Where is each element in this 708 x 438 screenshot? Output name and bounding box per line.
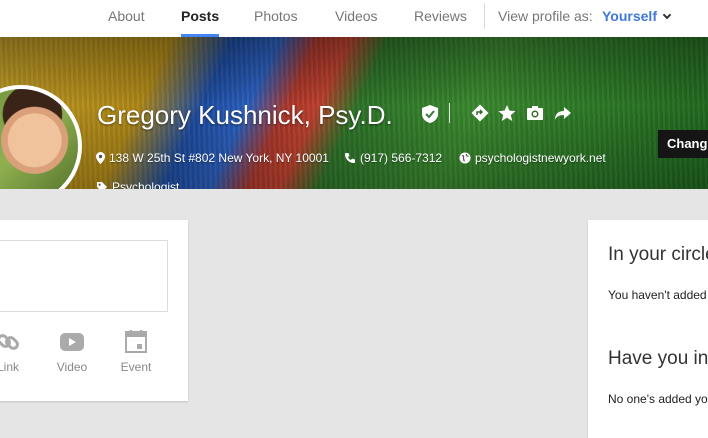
event-icon: [125, 330, 147, 353]
profile-name: Gregory Kushnick, Psy.D.: [97, 100, 393, 130]
address-text: 138 W 25th St #802 New York, NY 10001: [109, 151, 329, 165]
tab-label: Posts: [181, 8, 220, 24]
video-icon: [60, 333, 84, 351]
tag-icon: [97, 182, 107, 189]
tab-posts[interactable]: Posts: [181, 0, 220, 37]
category-text: Psychologist: [112, 180, 180, 189]
share-video-button[interactable]: Video: [47, 330, 97, 374]
view-profile-as-value: Yourself: [602, 8, 657, 24]
phone-text: (917) 566-7312: [360, 151, 443, 165]
share-item-label: Video: [56, 360, 88, 374]
phone-icon: [345, 153, 355, 163]
share-box-card: Link Video Event: [0, 220, 188, 401]
share-item-label: Event: [120, 360, 152, 374]
view-profile-as-dropdown[interactable]: Yourself: [602, 0, 672, 32]
avatar-photo: [0, 89, 78, 189]
link-icon: [0, 334, 19, 350]
tab-label: Videos: [335, 8, 378, 24]
globe-icon: [459, 152, 471, 164]
view-profile-as-label: View profile as:: [498, 8, 593, 24]
tab-reviews[interactable]: Reviews: [414, 0, 467, 37]
star-icon[interactable]: [497, 103, 517, 123]
in-your-circles-text: You haven't added anyone yet.: [608, 288, 708, 302]
cover-divider: [449, 103, 450, 123]
directions-icon[interactable]: [470, 103, 490, 123]
address-info: 138 W 25th St #802 New York, NY 10001: [96, 151, 329, 165]
camera-icon[interactable]: [525, 103, 545, 123]
category-info: Psychologist: [96, 180, 179, 189]
have-you-in-circles-heading: Have you in circles: [608, 348, 708, 369]
circles-card: In your circles You haven't added anyone…: [588, 220, 708, 438]
tab-about[interactable]: About: [108, 0, 145, 37]
tab-photos[interactable]: Photos: [254, 0, 298, 37]
website-link[interactable]: psychologistnewyork.net: [475, 151, 606, 165]
share-link-button[interactable]: Link: [0, 330, 33, 374]
tab-label: Photos: [254, 8, 298, 24]
have-you-in-circles-text: No one's added you yet.: [608, 392, 708, 406]
tab-label: About: [108, 8, 145, 24]
cover-photo: Gregory Kushnick, Psy.D. 138 W 25th St #…: [0, 37, 708, 189]
change-cover-button[interactable]: Change cover: [658, 130, 708, 158]
in-your-circles-heading: In your circles: [608, 244, 708, 265]
chevron-down-icon: [662, 10, 672, 20]
tab-videos[interactable]: Videos: [335, 0, 378, 37]
share-event-button[interactable]: Event: [111, 330, 161, 374]
tab-label: Reviews: [414, 8, 467, 24]
phone-info: (917) 566-7312: [344, 151, 442, 165]
map-pin-icon: [96, 152, 105, 164]
website-info[interactable]: psychologistnewyork.net: [459, 151, 606, 165]
profile-nav-bar: About Posts Photos Videos Reviews View p…: [0, 0, 708, 37]
verified-shield-icon: [422, 105, 438, 123]
avatar[interactable]: [0, 85, 82, 189]
nav-divider: [484, 3, 485, 29]
share-input[interactable]: [0, 240, 168, 312]
share-item-label: Link: [0, 360, 19, 374]
share-icon[interactable]: [553, 103, 573, 123]
